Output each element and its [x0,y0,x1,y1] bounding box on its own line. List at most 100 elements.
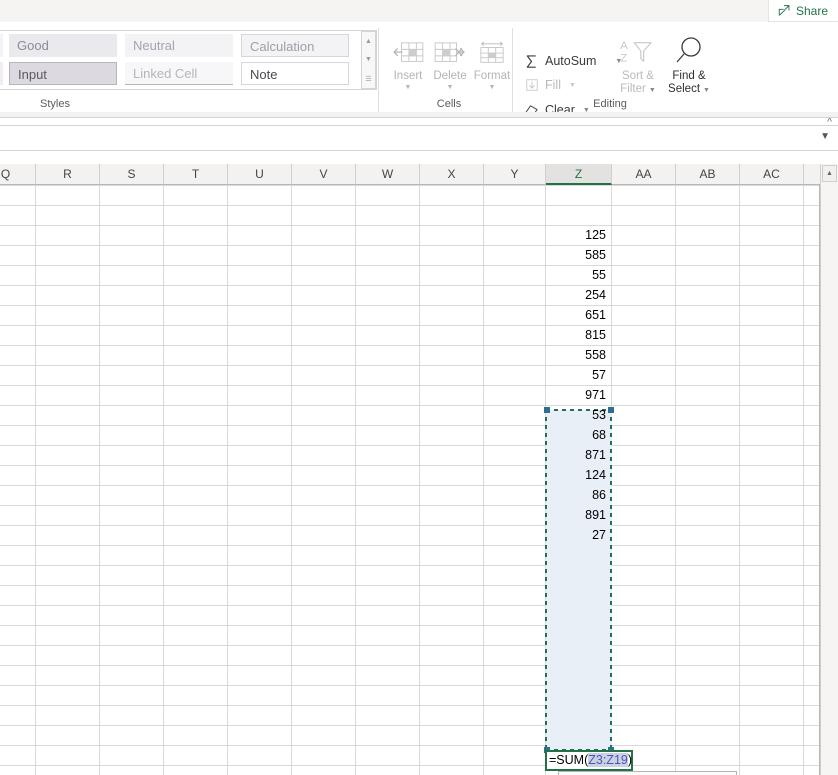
chevron-down-icon[interactable]: ▼ [569,82,576,89]
ribbon-group-styles: Good Neutral Calculation ry ... Input Li… [0,25,378,115]
gridline-h [0,565,820,566]
data-cell[interactable]: 254 [547,286,609,305]
chevron-down-icon[interactable]: ▼ [427,83,473,92]
formula-suffix: ) [627,753,633,767]
sort-filter-button[interactable]: A Z Sort & Filter ▼ [613,29,663,97]
chevron-down-icon[interactable]: ▼ [362,51,375,68]
worksheet-grid[interactable]: 125 585 55 254 651 815 558 57 971 53 68 871 124 86 891… [0,185,820,775]
autosum-label: AutoSum [545,54,597,68]
data-cell[interactable]: 86 [547,486,609,505]
style-swatch-input[interactable]: Input [9,62,117,85]
sort-filter-icon: A Z [613,29,663,70]
gridline-h [0,325,820,326]
format-button[interactable]: Format ▼ [469,29,515,92]
function-tooltip: SUM(number1, [number2], ...) [558,771,737,775]
gridline-h [0,505,820,506]
data-cell[interactable]: 53 [547,406,609,425]
excel-window: Share Good Neutral Calculation ry ... In… [0,0,838,775]
ribbon-group-editing: AutoSum ▼ Fill ▼ Clear ▼ A Z Sort & Filt… [515,25,710,117]
data-cell[interactable]: 891 [547,506,609,525]
column-headers: Q R S T U V W X Y Z AA AB AC [0,164,820,185]
data-cell[interactable]: 55 [547,266,609,285]
styles-gallery-scrollbar[interactable]: ▲ ▼ ☰ [361,31,376,89]
formula-input[interactable] [4,130,808,149]
column-header-AA[interactable]: AA [612,164,676,184]
autosum-button[interactable]: AutoSum ▼ [523,50,622,72]
style-swatch-blank1[interactable] [0,34,3,57]
gridline-h [0,525,820,526]
column-header-partial[interactable] [804,164,820,184]
group-divider-2 [512,28,513,112]
chevron-down-icon[interactable]: ▼ [649,87,656,94]
column-header-Y[interactable]: Y [484,164,546,184]
column-header-X[interactable]: X [420,164,484,184]
column-header-AB[interactable]: AB [676,164,740,184]
style-swatch-note[interactable]: Note [241,62,349,85]
vertical-scrollbar[interactable]: ▲ [820,164,838,775]
chevron-down-icon[interactable]: ▼ [820,131,830,142]
chevron-down-icon[interactable]: ▼ [385,83,431,92]
gridline-v [35,185,36,775]
data-cell[interactable]: 971 [547,386,609,405]
style-swatch-explanatory[interactable]: ry ... [0,62,3,85]
column-header-U[interactable]: U [228,164,292,184]
data-cell[interactable]: 815 [547,326,609,345]
gridline-h [0,425,820,426]
ribbon: Good Neutral Calculation ry ... Input Li… [0,22,838,128]
column-header-S[interactable]: S [100,164,164,184]
style-swatch-neutral[interactable]: Neutral [125,34,233,57]
style-swatch-calculation[interactable]: Calculation [241,34,349,57]
share-button[interactable]: Share [767,0,838,22]
gridline-v [483,185,484,775]
data-cell[interactable]: 125 [547,226,609,245]
data-cell[interactable]: 585 [547,246,609,265]
data-cell[interactable]: 651 [547,306,609,325]
gridline-h [0,225,820,226]
group-label-cells: Cells [436,98,462,110]
sort-filter-filter-text: Filter [620,83,646,95]
find-select-button[interactable]: Find & Select ▼ [663,29,715,97]
chevron-up-icon[interactable]: ▲ [362,33,375,50]
gridline-h [0,625,820,626]
data-cell[interactable]: 27 [547,526,609,545]
gridline-h [0,725,820,726]
chevron-down-icon[interactable]: ▼ [469,83,515,92]
gridline-h [0,365,820,366]
insert-cells-icon [385,29,431,70]
gridline-v [355,185,356,775]
cell-styles-gallery[interactable]: Good Neutral Calculation ry ... Input Li… [0,30,377,90]
gridline-h [0,285,820,286]
column-header-Z[interactable]: Z [546,164,612,185]
gridline-v [675,185,676,775]
data-cell[interactable]: 57 [547,366,609,385]
column-header-V[interactable]: V [292,164,356,184]
gridline-h [0,645,820,646]
more-styles-icon[interactable]: ☰ [362,70,375,87]
svg-text:A: A [620,40,628,52]
fill-button[interactable]: Fill ▼ [523,74,576,96]
find-select-select-text: Select [668,83,701,95]
insert-button[interactable]: Insert ▼ [385,29,431,92]
sigma-icon [523,53,540,70]
column-header-AC[interactable]: AC [740,164,804,184]
delete-button[interactable]: Delete ▼ [427,29,473,92]
sort-filter-label-line2: Filter ▼ [613,83,663,97]
chevron-down-icon[interactable]: ▼ [703,87,710,94]
gridline-h [0,405,820,406]
data-cell[interactable]: 68 [547,426,609,445]
gridline-v [739,185,740,775]
column-header-Q[interactable]: Q [0,164,36,184]
column-header-R[interactable]: R [36,164,100,184]
gridline-h [0,605,820,606]
column-header-W[interactable]: W [356,164,420,184]
data-cell[interactable]: 124 [547,466,609,485]
column-header-T[interactable]: T [164,164,228,184]
data-cell[interactable]: 871 [547,446,609,465]
gridline-v [419,185,420,775]
style-swatch-linked-cell[interactable]: Linked Cell [125,62,233,85]
formula-edit-cell[interactable]: =SUM(Z3:Z19) [545,750,633,771]
style-swatch-good[interactable]: Good [9,34,117,57]
data-cell[interactable]: 558 [547,346,609,365]
scroll-up-icon[interactable]: ▲ [822,165,837,182]
gridline-h [0,205,820,206]
